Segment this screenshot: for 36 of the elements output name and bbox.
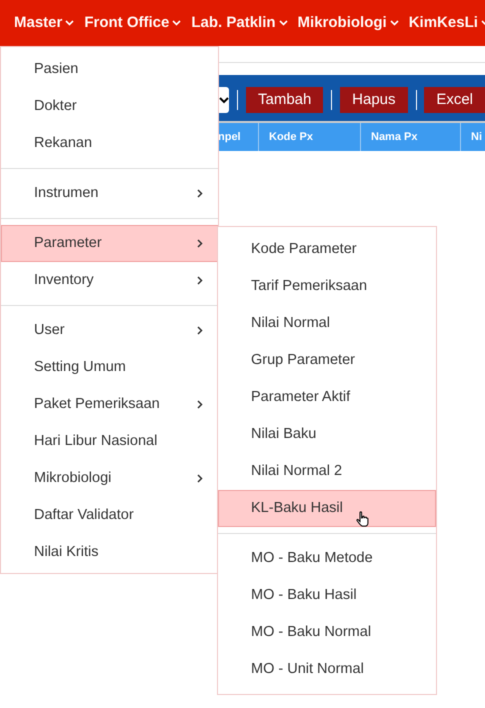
menu-item[interactable]: MO - Unit Normal — [218, 651, 436, 688]
menu-item[interactable]: Nilai Baku — [218, 416, 436, 453]
menu-item[interactable]: MO - Baku Normal — [218, 614, 436, 651]
column-header: Kode Px — [259, 123, 361, 151]
menu-item[interactable]: MO - Baku Metode — [218, 540, 436, 577]
menu-item[interactable]: Hari Libur Nasional — [1, 423, 218, 460]
column-header: Ni — [461, 123, 485, 151]
menu-item[interactable]: Nilai Normal 2 — [218, 453, 436, 490]
menu-item[interactable]: Kode Parameter — [218, 231, 436, 268]
menu-item[interactable]: MO - Baku Hasil — [218, 577, 436, 614]
toolbar-button[interactable]: Tambah — [246, 87, 324, 113]
toolbar-button[interactable]: Hapus — [340, 87, 408, 113]
menu-item[interactable]: Setting Umum — [1, 349, 218, 386]
menu-item[interactable]: Grup Parameter — [218, 342, 436, 379]
menu-item[interactable]: Paket Pemeriksaan — [1, 386, 218, 423]
menu-item[interactable]: Parameter Aktif — [218, 379, 436, 416]
menu-item[interactable]: Inventory — [1, 262, 218, 299]
toolbar-button[interactable]: Excel — [424, 87, 485, 113]
nav-menu-item[interactable]: KimKesLi — [408, 12, 485, 34]
nav-menu-item[interactable]: Mikrobiologi — [298, 12, 399, 34]
menu-item[interactable]: KL-Baku Hasil — [218, 490, 436, 527]
nav-menu-item[interactable]: Lab. Patklin — [191, 12, 288, 34]
menu-item[interactable]: Rekanan — [1, 125, 218, 162]
menu-item[interactable]: Nilai Normal — [218, 305, 436, 342]
nav-menu-item[interactable]: Master — [14, 12, 74, 34]
menu-item[interactable]: Mikrobiologi — [1, 460, 218, 497]
menu-item[interactable]: Daftar Validator — [1, 497, 218, 534]
menu-item[interactable]: Instrumen — [1, 175, 218, 212]
column-header: Nama Px — [361, 123, 461, 151]
menu-item[interactable]: Tarif Pemeriksaan — [218, 268, 436, 305]
menu-item[interactable]: Dokter — [1, 88, 218, 125]
menu-item[interactable]: Pasien — [1, 51, 218, 88]
menu-item[interactable]: Nilai Kritis — [1, 534, 218, 571]
menu-item[interactable]: User — [1, 312, 218, 349]
menu-item[interactable]: Parameter — [1, 225, 218, 262]
nav-menu-item[interactable]: Front Office — [84, 12, 182, 34]
